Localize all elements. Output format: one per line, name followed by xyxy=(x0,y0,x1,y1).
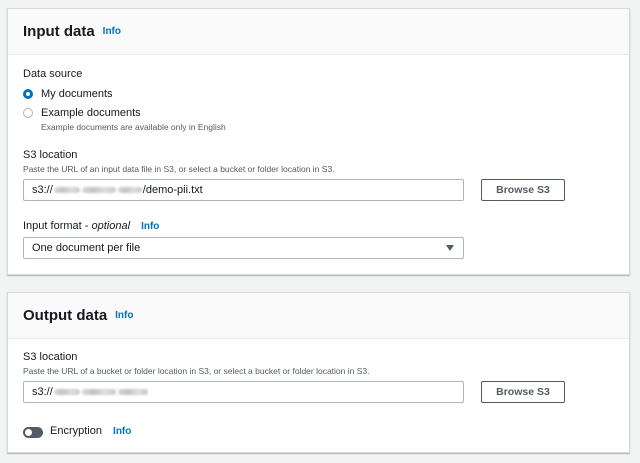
output-data-title: Output data xyxy=(23,307,108,324)
redacted-bucket-name xyxy=(81,187,116,193)
redacted-bucket-name xyxy=(53,187,80,193)
radio-unselected-icon[interactable] xyxy=(23,108,33,118)
output-data-info-link[interactable]: Info xyxy=(115,310,133,321)
input-data-header: Input data Info xyxy=(8,9,629,55)
input-data-panel: Input data Info Data source My documents… xyxy=(7,8,630,275)
radio-example-documents[interactable]: Example documents xyxy=(23,107,141,119)
redacted-bucket-name xyxy=(117,187,142,193)
output-s3-prefix: s3:// xyxy=(32,386,53,398)
input-data-title: Input data xyxy=(23,23,95,40)
input-s3-prefix: s3:// xyxy=(32,184,53,196)
caret-down-icon xyxy=(446,245,454,251)
redacted-bucket-name xyxy=(53,389,80,395)
input-s3-suffix: /demo-pii.txt xyxy=(142,184,203,196)
radio-selected-icon[interactable] xyxy=(23,89,33,99)
example-documents-description: Example documents are available only in … xyxy=(41,122,226,132)
toggle-knob xyxy=(25,429,32,436)
input-format-label-text: Input format - xyxy=(23,220,92,232)
encryption-label-text: Encryption xyxy=(50,425,102,437)
input-format-value: One document per file xyxy=(32,242,141,254)
radio-my-documents[interactable]: My documents xyxy=(23,88,113,100)
redacted-bucket-name xyxy=(117,389,148,395)
input-format-optional: optional xyxy=(91,220,131,232)
input-s3-location-description: Paste the URL of an input data file in S… xyxy=(23,164,335,174)
input-format-select[interactable]: One document per file xyxy=(23,237,464,259)
input-browse-s3-button[interactable]: Browse S3 xyxy=(481,179,565,201)
encryption-label: Encryption Info xyxy=(50,425,131,437)
input-format-info-link[interactable]: Info xyxy=(141,221,159,232)
input-format-label: Input format - optional Info xyxy=(23,220,159,232)
radio-example-documents-label: Example documents xyxy=(41,107,141,119)
output-data-panel: Output data Info S3 location Paste the U… xyxy=(7,292,630,453)
input-data-info-link[interactable]: Info xyxy=(103,26,121,37)
encryption-info-link[interactable]: Info xyxy=(113,426,131,437)
input-s3-location-field[interactable]: s3:// /demo-pii.txt xyxy=(23,179,464,201)
output-browse-s3-button[interactable]: Browse S3 xyxy=(481,381,565,403)
output-s3-location-label: S3 location xyxy=(23,351,78,363)
encryption-toggle[interactable] xyxy=(23,427,43,438)
input-s3-location-label: S3 location xyxy=(23,149,78,161)
radio-my-documents-label: My documents xyxy=(41,88,113,100)
data-source-label: Data source xyxy=(23,68,83,80)
output-s3-location-field[interactable]: s3:// xyxy=(23,381,464,403)
output-s3-location-description: Paste the URL of a bucket or folder loca… xyxy=(23,366,370,376)
output-data-header: Output data Info xyxy=(8,293,629,339)
redacted-bucket-name xyxy=(81,389,116,395)
